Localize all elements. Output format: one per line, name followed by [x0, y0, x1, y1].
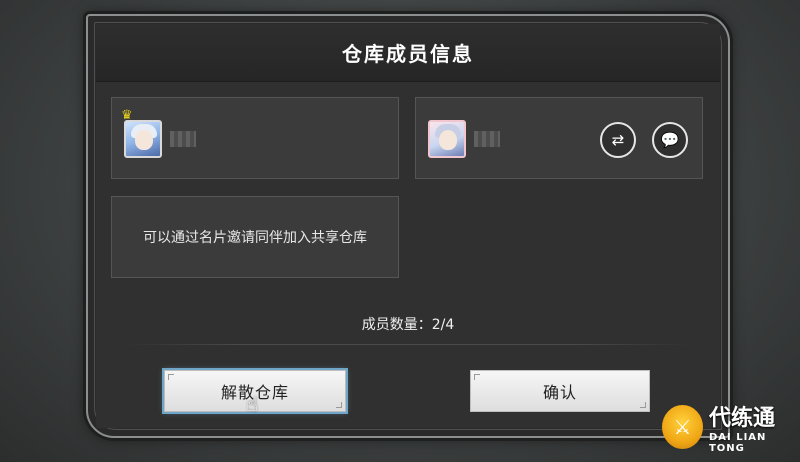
- member-card-owner[interactable]: ♛: [111, 97, 399, 179]
- watermark: ⚔ 代练通 DAI LIAN TONG: [662, 392, 800, 462]
- member-card-member[interactable]: ⇄ 💬: [415, 97, 703, 179]
- warehouse-members-dialog: 仓库成员信息 ♛ ⇄ 💬 可以通过名片邀请同伴加入共享仓库 成员数量：2/4 解…: [86, 14, 730, 438]
- dialog-body: ♛ ⇄ 💬 可以通过名片邀请同伴加入共享仓库 成员数量：2/4 解散仓库 确认 …: [96, 82, 720, 428]
- confirm-button[interactable]: 确认: [470, 370, 650, 412]
- invite-hint-card: 可以通过名片邀请同伴加入共享仓库: [111, 196, 399, 278]
- divider: [126, 344, 690, 345]
- pointer-hand-icon: ☝: [246, 392, 259, 416]
- crown-icon: ♛: [121, 108, 133, 123]
- dialog-title: 仓库成员信息: [342, 42, 474, 66]
- watermark-sub-text: DAI LIAN TONG: [708, 432, 767, 454]
- chat-icon: 💬: [660, 131, 680, 149]
- member-name-blurred: [474, 131, 500, 147]
- member-avatar: [124, 120, 162, 158]
- dialog-titlebar: 仓库成员信息: [96, 24, 720, 82]
- confirm-label: 确认: [542, 383, 577, 402]
- member-avatar: [428, 120, 466, 158]
- member-count: 成员数量：2/4: [361, 317, 455, 333]
- watermark-main-text: 代练通: [708, 406, 775, 431]
- transfer-icon: ⇄: [611, 131, 625, 149]
- member-name-blurred: [170, 131, 196, 147]
- chat-button[interactable]: 💬: [652, 122, 688, 158]
- invite-hint-text: 可以通过名片邀请同伴加入共享仓库: [143, 230, 367, 246]
- transfer-owner-button[interactable]: ⇄: [600, 122, 636, 158]
- watermark-logo: ⚔: [662, 405, 703, 449]
